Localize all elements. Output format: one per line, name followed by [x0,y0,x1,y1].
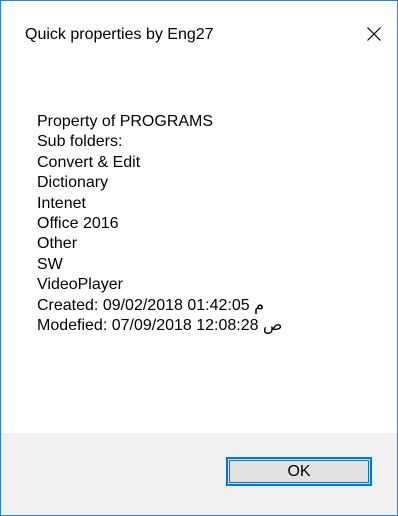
subfolder-item: Convert & Edit [37,153,141,171]
subfolder-item: Dictionary [37,174,109,192]
dialog-footer: OK [1,433,397,515]
properties-list: Property of PROGRAMS Sub folders: Conver… [37,112,282,336]
modified-date: Modefied: 07/09/2018 12:08:28 ص [37,317,283,335]
window-title: Quick properties by Eng27 [25,26,214,43]
property-of-line: Property of PROGRAMS [37,113,214,130]
dialog-content: Property of PROGRAMS Sub folders: Conver… [1,61,397,433]
title-bar[interactable]: Quick properties by Eng27 [1,1,397,61]
ok-button[interactable]: OK [226,457,372,486]
created-date: Created: 09/02/2018 01:42:05 م [37,296,264,314]
subfolder-item: Other [37,235,78,253]
subfolder-item: VideoPlayer [37,276,123,294]
close-button[interactable] [351,15,397,53]
subfolder-item: Office 2016 [37,215,119,233]
close-icon [366,26,382,42]
subfolder-item: Intenet [37,194,86,212]
quick-properties-dialog: Quick properties by Eng27 Property of PR… [0,0,398,516]
subfolder-item: SW [37,255,63,273]
sub-folders-heading: Sub folders: [37,133,123,151]
